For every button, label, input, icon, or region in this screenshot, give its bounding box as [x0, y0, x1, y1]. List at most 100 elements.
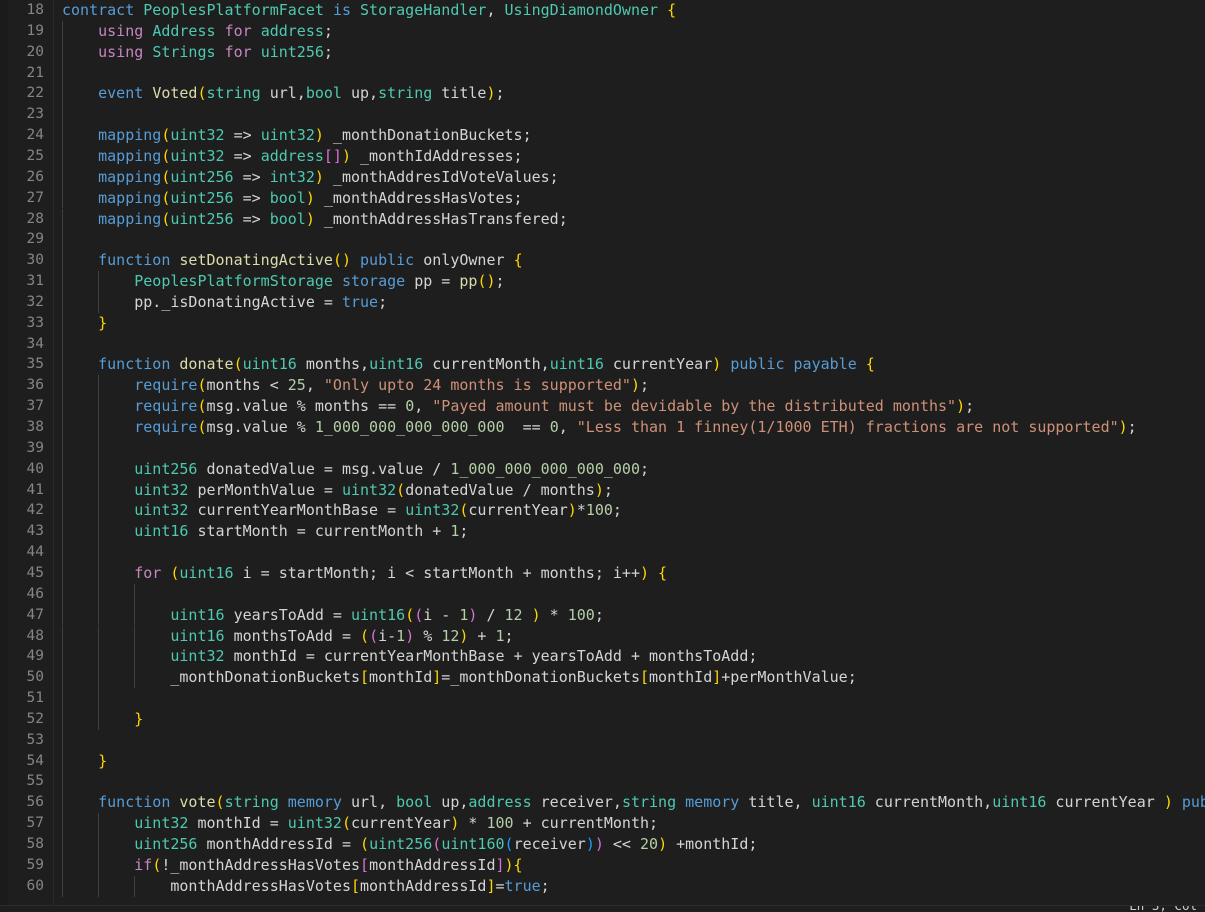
- line-number[interactable]: 52: [0, 709, 44, 730]
- line-number[interactable]: 24: [0, 125, 44, 146]
- line-number[interactable]: 42: [0, 500, 44, 521]
- line-number[interactable]: 55: [0, 771, 44, 792]
- code-line[interactable]: 50 _monthDonationBuckets[monthId]=_month…: [0, 667, 1205, 689]
- line-text[interactable]: monthAddressHasVotes[monthAddressId]=tru…: [62, 876, 549, 897]
- line-number[interactable]: 50: [0, 667, 44, 688]
- line-number[interactable]: 29: [0, 229, 44, 250]
- line-number[interactable]: 40: [0, 459, 44, 480]
- line-number[interactable]: 37: [0, 396, 44, 417]
- code-line[interactable]: 21: [0, 62, 1205, 84]
- line-text[interactable]: using Address for address;: [62, 21, 333, 42]
- code-line[interactable]: 29: [0, 229, 1205, 251]
- code-line[interactable]: 41 uint32 perMonthValue = uint32(donated…: [0, 479, 1205, 501]
- line-number[interactable]: 20: [0, 42, 44, 63]
- line-number[interactable]: 48: [0, 626, 44, 647]
- line-number[interactable]: 19: [0, 21, 44, 42]
- line-number[interactable]: 59: [0, 855, 44, 876]
- code-line[interactable]: 18 contract PeoplesPlatformFacet is Stora…: [0, 0, 1205, 21]
- line-text[interactable]: uint256 donatedValue = msg.value / 1_000…: [62, 459, 649, 480]
- code-line[interactable]: 32 pp._isDonatingActive = true;: [0, 291, 1205, 313]
- code-editor[interactable]: 18 contract PeoplesPlatformFacet is Stora…: [0, 0, 1205, 912]
- code-line[interactable]: 33 }: [0, 312, 1205, 334]
- code-line[interactable]: 43 uint16 startMonth = currentMonth + 1;: [0, 521, 1205, 543]
- line-number[interactable]: 26: [0, 167, 44, 188]
- code-line[interactable]: 38 require(msg.value % 1_000_000_000_000…: [0, 417, 1205, 438]
- line-number[interactable]: 34: [0, 334, 44, 355]
- line-text[interactable]: require(months < 25, "Only upto 24 month…: [62, 375, 649, 396]
- cursor-position-status[interactable]: Ln 3, Col: [1129, 906, 1197, 912]
- line-number[interactable]: 28: [0, 209, 44, 230]
- code-line[interactable]: 57 uint32 monthId = uint32(currentYear) …: [0, 813, 1205, 834]
- line-text[interactable]: pp._isDonatingActive = true;: [62, 292, 387, 313]
- code-line[interactable]: 42 uint32 currentYearMonthBase = uint32(…: [0, 500, 1205, 522]
- line-text[interactable]: mapping(uint32 => uint32) _monthDonation…: [62, 125, 532, 146]
- code-line[interactable]: 51: [0, 688, 1205, 709]
- code-line[interactable]: 58 uint256 monthAddressId = (uint256(uin…: [0, 834, 1205, 855]
- line-text[interactable]: require(msg.value % 1_000_000_000_000_00…: [62, 417, 1136, 438]
- line-text[interactable]: function vote(string memory url, bool up…: [62, 792, 1205, 813]
- line-number[interactable]: 36: [0, 375, 44, 396]
- code-line[interactable]: 39: [0, 437, 1205, 459]
- line-number[interactable]: 33: [0, 313, 44, 334]
- code-line[interactable]: 26 mapping(uint256 => int32) _monthAddre…: [0, 166, 1205, 188]
- code-line[interactable]: 46: [0, 583, 1205, 605]
- line-number[interactable]: 44: [0, 542, 44, 563]
- code-line[interactable]: 20 using Strings for uint256;: [0, 41, 1205, 63]
- line-text[interactable]: for (uint16 i = startMonth; i < startMon…: [62, 563, 667, 584]
- line-number[interactable]: 51: [0, 688, 44, 709]
- code-line[interactable]: 34: [0, 333, 1205, 355]
- code-line[interactable]: 48 uint16 monthsToAdd = ((i-1) % 12) + 1…: [0, 625, 1205, 647]
- line-number[interactable]: 49: [0, 646, 44, 667]
- code-line[interactable]: 60 monthAddressHasVotes[monthAddressId]=…: [0, 875, 1205, 897]
- line-text[interactable]: }: [62, 313, 107, 334]
- line-text[interactable]: function donate(uint16 months,uint16 cur…: [62, 354, 875, 375]
- line-text[interactable]: uint32 perMonthValue = uint32(donatedVal…: [62, 480, 613, 501]
- line-number[interactable]: 23: [0, 104, 44, 125]
- line-number[interactable]: 18: [0, 0, 44, 21]
- line-number[interactable]: 21: [0, 63, 44, 84]
- line-number[interactable]: 41: [0, 480, 44, 501]
- line-text[interactable]: uint32 currentYearMonthBase = uint32(cur…: [62, 500, 622, 521]
- line-text[interactable]: uint16 yearsToAdd = uint16((i - 1) / 12 …: [62, 605, 604, 626]
- code-line[interactable]: 44: [0, 542, 1205, 563]
- line-text[interactable]: uint32 monthId = currentYearMonthBase + …: [62, 646, 757, 667]
- line-number[interactable]: 60: [0, 876, 44, 897]
- line-number[interactable]: 58: [0, 834, 44, 855]
- line-number[interactable]: 38: [0, 417, 44, 438]
- line-number[interactable]: 22: [0, 83, 44, 104]
- code-line[interactable]: 56 function vote(string memory url, bool…: [0, 792, 1205, 814]
- line-text[interactable]: uint256 monthAddressId = (uint256(uint16…: [62, 834, 757, 855]
- code-line[interactable]: 24 mapping(uint32 => uint32) _monthDonat…: [0, 125, 1205, 146]
- line-number[interactable]: 47: [0, 605, 44, 626]
- line-text[interactable]: uint32 monthId = uint32(currentYear) * 1…: [62, 813, 658, 834]
- line-text[interactable]: _monthDonationBuckets[monthId]=_monthDon…: [62, 667, 856, 688]
- line-text[interactable]: mapping(uint256 => int32) _monthAddresId…: [62, 167, 559, 188]
- line-number[interactable]: 45: [0, 563, 44, 584]
- line-number[interactable]: 30: [0, 250, 44, 271]
- line-number[interactable]: 31: [0, 271, 44, 292]
- line-number[interactable]: 53: [0, 730, 44, 751]
- code-line[interactable]: 27 mapping(uint256 => bool) _monthAddres…: [0, 187, 1205, 209]
- line-number[interactable]: 57: [0, 813, 44, 834]
- line-number[interactable]: 35: [0, 354, 44, 375]
- line-text[interactable]: event Voted(string url,bool up,string ti…: [62, 83, 504, 104]
- code-line[interactable]: 54 }: [0, 750, 1205, 772]
- code-line[interactable]: 22 event Voted(string url,bool up,string…: [0, 83, 1205, 105]
- code-line[interactable]: 31 PeoplesPlatformStorage storage pp = p…: [0, 271, 1205, 292]
- line-text[interactable]: uint16 startMonth = currentMonth + 1;: [62, 521, 468, 542]
- code-line[interactable]: 53: [0, 729, 1205, 751]
- code-line[interactable]: 23: [0, 104, 1205, 126]
- line-text[interactable]: mapping(uint32 => address[]) _monthIdAdd…: [62, 146, 522, 167]
- line-text[interactable]: contract PeoplesPlatformFacet is Storage…: [62, 0, 676, 21]
- code-line[interactable]: 28 mapping(uint256 => bool) _monthAddres…: [0, 208, 1205, 230]
- code-line[interactable]: 55: [0, 771, 1205, 793]
- line-text[interactable]: if(!_monthAddressHasVotes[monthAddressId…: [62, 855, 522, 876]
- line-text[interactable]: mapping(uint256 => bool) _monthAddressHa…: [62, 209, 568, 230]
- code-line[interactable]: 45 for (uint16 i = startMonth; i < start…: [0, 562, 1205, 584]
- line-text[interactable]: require(msg.value % months == 0, "Payed …: [62, 396, 974, 417]
- line-text[interactable]: using Strings for uint256;: [62, 42, 333, 63]
- line-text[interactable]: PeoplesPlatformStorage storage pp = pp()…: [62, 271, 504, 292]
- code-line[interactable]: 19 using Address for address;: [0, 20, 1205, 42]
- code-line[interactable]: 49 uint32 monthId = currentYearMonthBase…: [0, 646, 1205, 668]
- code-line[interactable]: 52 }: [0, 708, 1205, 730]
